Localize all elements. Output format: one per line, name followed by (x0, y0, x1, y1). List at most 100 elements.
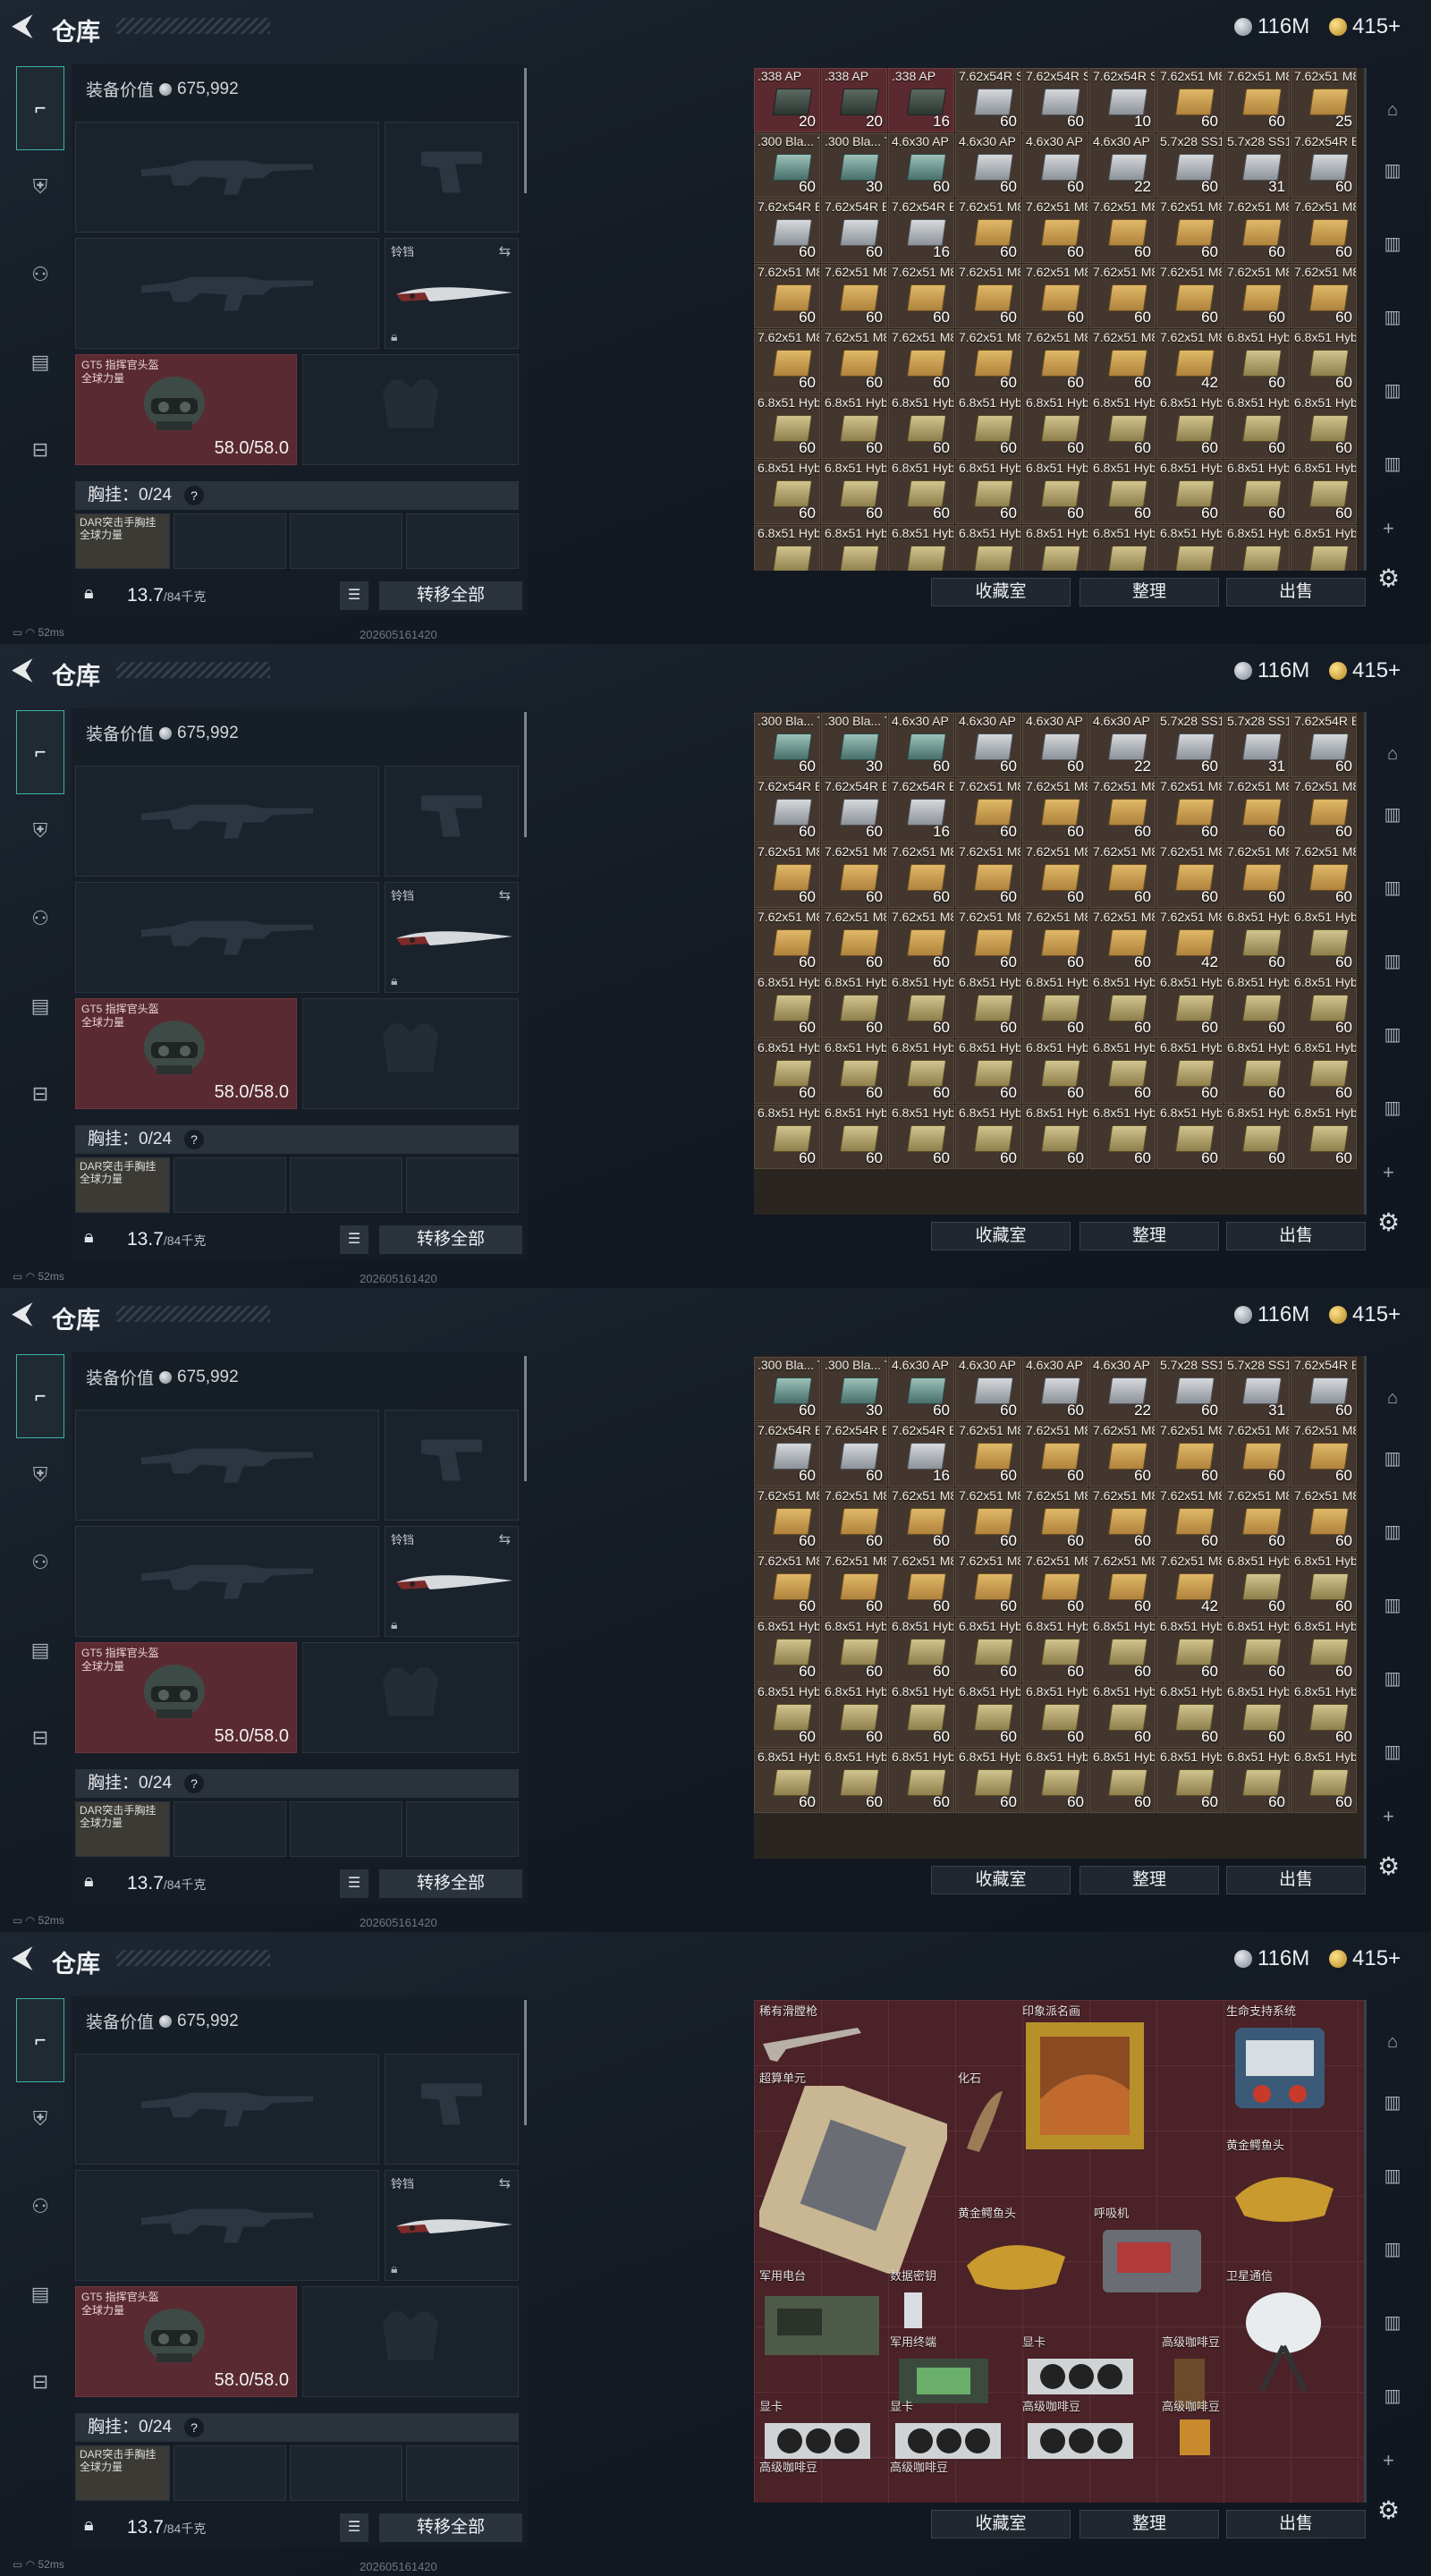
collection-item[interactable]: 高级咖啡豆 (759, 2458, 817, 2475)
ammo-stack[interactable]: 7.62x51 M80 60 (955, 1422, 1021, 1487)
ammo-stack[interactable]: 6.8x51 Hybrid 60 (1224, 1749, 1290, 1813)
ammo-stack[interactable]: 6.8x51 Hybrid 60 (1224, 1618, 1290, 1682)
sell-button[interactable]: 出售 (1226, 1866, 1366, 1894)
ammo-stack[interactable]: 7.62x51 M80 42 (1156, 329, 1223, 394)
collection-item[interactable]: 军用电台 (759, 2267, 885, 2367)
ammo-stack[interactable]: 6.8x51 Hybrid 60 (1291, 1105, 1357, 1169)
sort-button[interactable]: 整理 (1080, 2510, 1219, 2538)
settings-gear-icon[interactable]: ⚙ (1377, 1208, 1400, 1237)
ammo-stack[interactable]: 6.8x51 Hybrid 60 (1291, 1039, 1357, 1104)
collection-room-button[interactable]: 收藏室 (931, 578, 1071, 606)
ammo-stack[interactable]: 4.6x30 AP 60 (955, 133, 1021, 198)
ammo-stack[interactable]: 4.6x30 AP 60 (955, 1357, 1021, 1421)
ammo-stack[interactable]: 6.8x51 Hybrid 60 (1291, 1683, 1357, 1748)
body-armor-slot[interactable] (302, 2286, 519, 2397)
silver-currency[interactable]: 116M (1234, 1302, 1309, 1327)
ammo-stack[interactable]: 7.62x51 M80 60 (821, 329, 887, 394)
ammo-stack[interactable]: 7.62x51 M80 60 (1224, 264, 1290, 328)
ammo-stack[interactable]: 6.8x51 Hybrid 60 (1089, 1683, 1156, 1748)
back-arrow-icon[interactable]: ⮜ (13, 657, 39, 683)
tab-case[interactable]: ⊟ (16, 1072, 64, 1116)
stash-tab-5-icon[interactable]: ▥ (1377, 449, 1408, 479)
list-view-button[interactable]: ☰ (340, 2513, 368, 2542)
ammo-stack[interactable]: 7.62x51 M80 60 (888, 264, 954, 328)
ammo-stack[interactable]: 6.8x51 Hybrid 60 (888, 460, 954, 524)
collection-item[interactable]: 超算单元 (754, 2069, 953, 2277)
collection-item[interactable]: 呼吸机 (1094, 2204, 1210, 2304)
stash-tab-3-icon[interactable]: ▥ (1377, 1590, 1408, 1621)
loadout-scrollbar[interactable] (524, 1356, 527, 1481)
collection-item[interactable]: 显卡 (1022, 2333, 1139, 2406)
ammo-stack[interactable]: 7.62x54R BT 16 (888, 778, 954, 843)
ammo-stack[interactable]: 7.62x51 M80 60 (1022, 264, 1088, 328)
ammo-stack[interactable]: 6.8x51 Hybrid 60 (821, 1105, 887, 1169)
tab-backpack[interactable]: ⚇ (16, 252, 64, 297)
stash-tab-5-icon[interactable]: ▥ (1377, 1093, 1408, 1123)
ammo-stack[interactable]: 6.8x51 Hybrid 60 (1224, 1553, 1290, 1617)
gold-currency[interactable]: 415+ (1329, 658, 1401, 683)
ammo-stack[interactable]: 7.62x54R BT 60 (821, 778, 887, 843)
ammo-stack[interactable]: 7.62x51 M80 60 (955, 329, 1021, 394)
tab-weapons[interactable]: ⌐ (16, 66, 64, 150)
collection-item[interactable]: 数据密钥 (890, 2267, 944, 2340)
ammo-stack[interactable]: 6.8x51 Hybrid 60 (888, 1618, 954, 1682)
collection-item[interactable]: 卫星通信 (1226, 2267, 1342, 2402)
stash-tab-4-icon[interactable]: ▥ (1377, 1664, 1408, 1694)
collection-item[interactable]: 黄金鳄鱼头 (1226, 2136, 1342, 2236)
ammo-stack[interactable]: 7.62x51 M80 60 (1291, 778, 1357, 843)
ammo-stack[interactable]: 5.7x28 SS190 60 (1156, 713, 1223, 777)
ammo-stack[interactable]: 6.8x51 Hybrid 60 (888, 1749, 954, 1813)
ammo-stack[interactable]: 7.62x51 M80 60 (754, 1553, 820, 1617)
ammo-stack[interactable]: 6.8x51 Hybrid 60 (821, 1749, 887, 1813)
stash-tab-4-icon[interactable]: ▥ (1377, 1020, 1408, 1050)
ammo-stack[interactable]: 6.8x51 Hybrid 60 (1156, 394, 1223, 459)
ammo-stack[interactable]: 6.8x51 Hybrid 60 (888, 525, 954, 571)
settings-gear-icon[interactable]: ⚙ (1377, 2496, 1400, 2525)
ammo-stack[interactable]: 6.8x51 Hybrid 60 (1089, 1618, 1156, 1682)
chest-rig-slot[interactable] (406, 513, 519, 569)
ammo-stack[interactable]: 7.62x51 M80 60 (1291, 843, 1357, 908)
silver-currency[interactable]: 116M (1234, 1946, 1309, 1971)
ammo-stack[interactable]: 6.8x51 Hybrid 60 (1089, 974, 1156, 1038)
weight-lock-icon[interactable]: 🔒︎ (84, 1871, 94, 1892)
back-arrow-icon[interactable]: ⮜ (13, 1301, 39, 1327)
ammo-stack[interactable]: 6.8x51 Hybrid 60 (1156, 1749, 1223, 1813)
helmet-slot[interactable]: GT5 指挥官头盔 全球力量 58.0/58.0 (75, 998, 297, 1109)
ammo-stack[interactable]: 7.62x51 M80 60 (821, 264, 887, 328)
transfer-all-button[interactable]: 转移全部 (379, 581, 522, 610)
ammo-stack[interactable]: 6.8x51 Hybrid 60 (1089, 460, 1156, 524)
ammo-stack[interactable]: 7.62x54R BT 60 (754, 199, 820, 263)
ammo-stack[interactable]: 6.8x51 Hybrid 60 (754, 974, 820, 1038)
ammo-stack[interactable]: 7.62x51 M80 25 (1291, 68, 1357, 132)
stash-tab-5-icon[interactable]: ▥ (1377, 2381, 1408, 2411)
stash-tab-2-icon[interactable]: ▥ (1377, 1517, 1408, 1547)
ammo-stack[interactable]: 7.62x54R BT 60 (1291, 133, 1357, 198)
ammo-stack[interactable]: 7.62x51 M80 60 (888, 909, 954, 973)
ammo-stack[interactable]: 6.8x51 Hybrid 60 (955, 1618, 1021, 1682)
stash-tab-2-icon[interactable]: ▥ (1377, 229, 1408, 259)
ammo-stack[interactable]: .300 Bla... Tac 30 (821, 1357, 887, 1421)
secondary-weapon-slot[interactable] (75, 882, 379, 993)
ammo-stack[interactable]: 7.62x51 M80 60 (955, 264, 1021, 328)
transfer-all-button[interactable]: 转移全部 (379, 2513, 522, 2542)
ammo-stack[interactable]: 7.62x51 M80 60 (1224, 1422, 1290, 1487)
ammo-stack[interactable]: 6.8x51 Hybrid 60 (1224, 525, 1290, 571)
ammo-stack[interactable]: 6.8x51 Hybrid 60 (955, 394, 1021, 459)
chest-rig-slot[interactable] (174, 1157, 286, 1213)
silver-currency[interactable]: 116M (1234, 14, 1309, 39)
pistol-slot[interactable] (385, 122, 519, 233)
collection-item[interactable]: 高级咖啡豆 (1022, 2397, 1139, 2470)
ammo-stack[interactable]: 6.8x51 Hybrid 60 (1022, 1749, 1088, 1813)
ammo-stack[interactable]: 6.8x51 Hybrid 60 (821, 974, 887, 1038)
ammo-stack[interactable]: 6.8x51 Hybrid 60 (1089, 1749, 1156, 1813)
add-stash-tab-icon[interactable]: + (1383, 1805, 1394, 1828)
body-armor-slot[interactable] (302, 354, 519, 465)
tab-armor[interactable]: ⛨ (16, 165, 64, 209)
chest-rig-item[interactable]: DAR突击手胸挂 全球力量 (75, 1801, 170, 1857)
chest-rig-item[interactable]: DAR突击手胸挂 全球力量 (75, 1157, 170, 1213)
ammo-stack[interactable]: 6.8x51 Hybrid 60 (1224, 1039, 1290, 1104)
chest-rig-slot[interactable] (406, 1157, 519, 1213)
ammo-stack[interactable]: 7.62x54R BT 60 (1291, 1357, 1357, 1421)
help-icon[interactable]: ? (184, 486, 205, 505)
stash-home-icon[interactable]: ⌂ (1377, 95, 1408, 125)
